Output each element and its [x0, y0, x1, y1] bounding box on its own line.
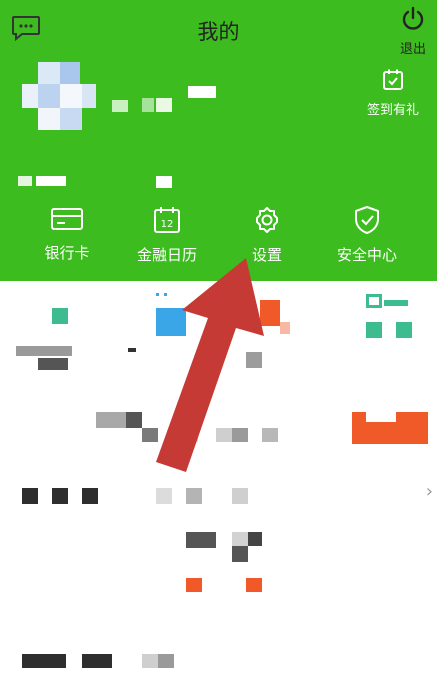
arrow-shape	[156, 258, 264, 472]
pointer-arrow	[156, 258, 264, 472]
